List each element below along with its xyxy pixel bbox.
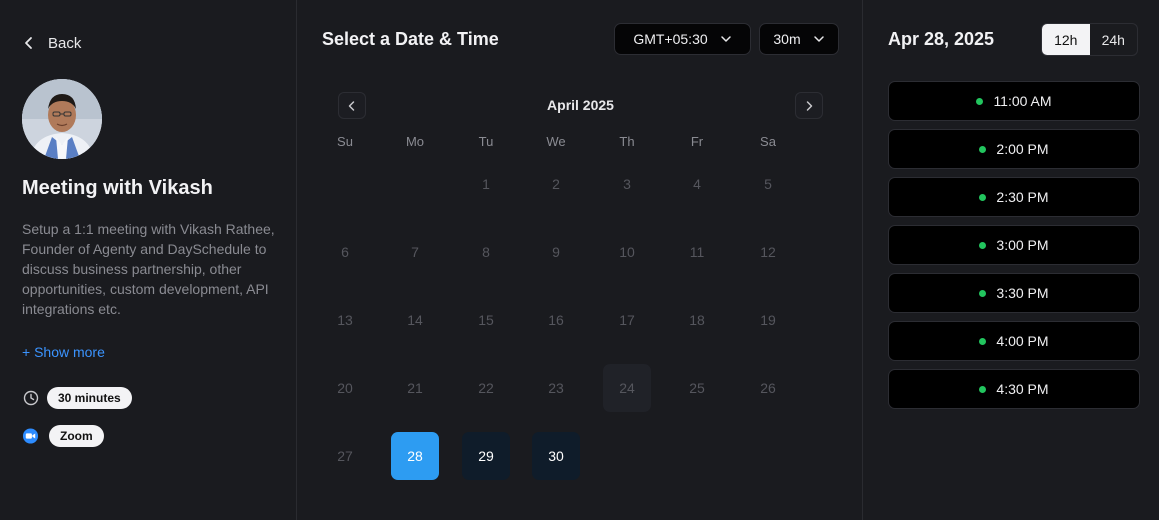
calendar-day: 8	[482, 244, 490, 260]
duration-badge: 30 minutes	[47, 387, 132, 409]
time-slot-label: 4:00 PM	[996, 333, 1049, 349]
time-slot-button[interactable]: 11:00 AM	[888, 81, 1140, 121]
calendar-day: 19	[760, 312, 776, 328]
available-dot-icon	[979, 337, 987, 345]
calendar-day: 1	[482, 176, 490, 192]
timezone-value: GMT+05:30	[633, 31, 708, 47]
clock-icon	[22, 390, 39, 407]
calendar-day: 26	[760, 380, 776, 396]
calendar-day: 20	[337, 380, 353, 396]
time-slot-button[interactable]: 4:30 PM	[888, 369, 1140, 409]
calendar-day: 9	[552, 244, 560, 260]
available-dot-icon	[979, 145, 987, 153]
calendar-day: 15	[478, 312, 494, 328]
weekday-label: Su	[337, 134, 353, 149]
available-dot-icon	[979, 289, 987, 297]
month-label: April 2025	[547, 97, 614, 113]
event-title: Meeting with Vikash	[22, 177, 213, 199]
calendar-day: 6	[341, 244, 349, 260]
calendar-day: 10	[619, 244, 635, 260]
time-slot-label: 3:30 PM	[996, 285, 1049, 301]
show-more-link[interactable]: + Show more	[22, 344, 105, 360]
location-row: Zoom	[22, 425, 104, 447]
format-24h-button[interactable]: 24h	[1090, 24, 1138, 55]
back-button[interactable]: Back	[22, 32, 81, 54]
calendar-day: 27	[337, 448, 353, 464]
time-slot-button[interactable]: 3:00 PM	[888, 225, 1140, 265]
calendar-day: 18	[689, 312, 705, 328]
calendar-day: 13	[337, 312, 353, 328]
calendar-day: 22	[478, 380, 494, 396]
calendar-day: 3	[623, 176, 631, 192]
duration-row: 30 minutes	[22, 387, 132, 409]
time-slot-button[interactable]: 3:30 PM	[888, 273, 1140, 313]
calendar-day: 23	[548, 380, 564, 396]
calendar-day: 12	[760, 244, 776, 260]
format-12h-button[interactable]: 12h	[1042, 24, 1090, 55]
time-slots-panel: Apr 28, 2025 12h 24h 11:00 AM 2:00 PM 2:30…	[864, 0, 1159, 520]
duration-select-value: 30m	[773, 31, 801, 47]
weekday-label: Tu	[478, 134, 494, 149]
time-slot-label: 11:00 AM	[993, 93, 1052, 109]
selected-date-heading: Apr 28, 2025	[888, 29, 995, 49]
chevron-right-icon	[806, 100, 813, 111]
calendar-day: 17	[619, 312, 635, 328]
time-slot-label: 2:30 PM	[996, 189, 1049, 205]
duration-select[interactable]: 30m	[759, 23, 839, 55]
chevron-down-icon	[720, 36, 731, 42]
chevron-down-icon	[813, 36, 824, 42]
time-slot-button[interactable]: 2:30 PM	[888, 177, 1140, 217]
available-dot-icon	[979, 385, 987, 393]
time-slot-label: 3:00 PM	[996, 237, 1049, 253]
calendar-day[interactable]: 29	[462, 432, 510, 480]
calendar-day: 4	[693, 176, 701, 192]
event-details-panel: Back Meeting with Vikash Setup a 1:1 mee…	[0, 0, 297, 520]
calendar-day: 24	[603, 364, 651, 412]
calendar-day: 5	[764, 176, 772, 192]
calendar-day: 2	[552, 176, 560, 192]
calendar-day-selected[interactable]: 28	[391, 432, 439, 480]
time-slot-label: 4:30 PM	[996, 381, 1049, 397]
timezone-select[interactable]: GMT+05:30	[614, 23, 751, 55]
host-avatar	[22, 79, 102, 159]
weekday-label: We	[546, 134, 566, 149]
available-dot-icon	[979, 241, 987, 249]
time-format-toggle: 12h 24h	[1041, 23, 1138, 56]
calendar-panel: Select a Date & Time GMT+05:30 30m April…	[298, 0, 863, 520]
calendar-day: 14	[407, 312, 423, 328]
event-description: Setup a 1:1 meeting with Vikash Rathee, …	[22, 221, 275, 317]
calendar-day: 21	[407, 380, 423, 396]
zoom-icon	[22, 428, 39, 445]
weekday-label: Sa	[760, 134, 776, 149]
chevron-left-icon	[25, 37, 32, 49]
calendar-day: 25	[689, 380, 705, 396]
back-label: Back	[48, 34, 82, 52]
calendar-day: 7	[411, 244, 419, 260]
time-slot-button[interactable]: 4:00 PM	[888, 321, 1140, 361]
weekday-label: Th	[619, 134, 635, 149]
time-slot-button[interactable]: 2:00 PM	[888, 129, 1140, 169]
calendar-day: 11	[689, 244, 705, 260]
time-slot-label: 2:00 PM	[996, 141, 1049, 157]
weekday-label: Fr	[690, 134, 704, 149]
calendar-day[interactable]: 30	[532, 432, 580, 480]
calendar-day: 16	[548, 312, 564, 328]
weekday-label: Mo	[405, 134, 425, 149]
location-badge: Zoom	[49, 425, 104, 447]
next-month-button[interactable]	[795, 92, 823, 119]
available-dot-icon	[979, 193, 987, 201]
available-dot-icon	[976, 97, 984, 105]
page-title: Select a Date & Time	[322, 29, 499, 49]
